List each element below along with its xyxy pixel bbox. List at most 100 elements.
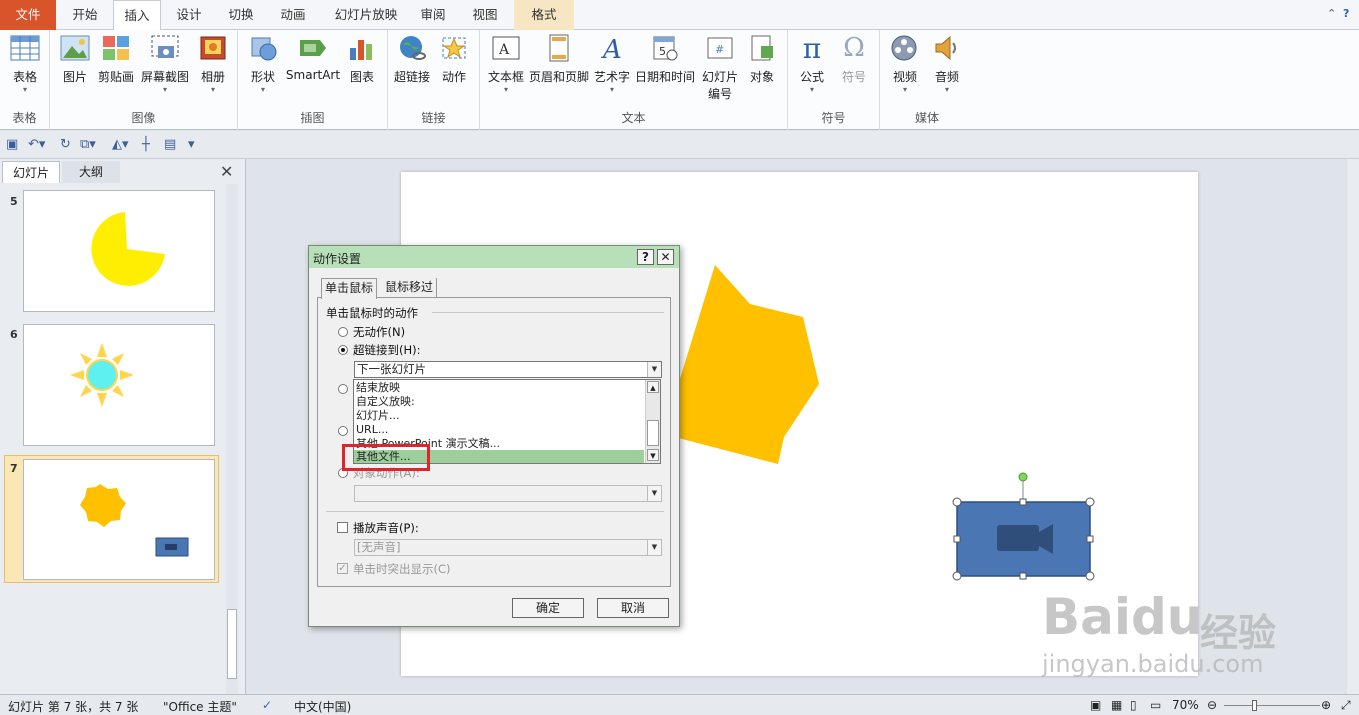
chart-icon [346, 32, 378, 64]
ribbon-tab-bar: 文件 开始 插入 设计 切换 动画 幻灯片放映 审阅 视图 格式 ⌃ ? [0, 0, 1359, 31]
album-button[interactable]: 相册 ▾ [196, 32, 230, 95]
tab-slides[interactable]: 幻灯片 [2, 161, 60, 183]
sorter-view-icon[interactable]: ▦ [1111, 698, 1122, 712]
panel-scrollbar[interactable] [226, 184, 238, 694]
video-button[interactable]: 视频 ▾ [886, 32, 924, 95]
undo-icon[interactable]: ↶▾ [28, 137, 45, 152]
slide-thumbnail-7[interactable] [23, 459, 215, 580]
hyperlink-select[interactable]: 下一张幻灯片 ▼ [354, 361, 662, 378]
tab-view[interactable]: 视图 [463, 0, 507, 30]
picture-button[interactable]: 图片 [58, 32, 92, 85]
distribute-icon[interactable]: ┼ [142, 137, 150, 152]
slideshow-view-icon[interactable]: ▭ [1150, 698, 1161, 712]
list-scrollbar[interactable]: ▲ ▼ [645, 380, 660, 463]
table-button[interactable]: 表格 ▾ [6, 32, 44, 95]
sun-shape [70, 343, 134, 407]
audio-button[interactable]: 音频 ▾ [928, 32, 966, 95]
customize-qat-icon[interactable]: ▾ [188, 137, 195, 152]
chevron-down-icon[interactable]: ▼ [647, 540, 661, 555]
list-item[interactable]: 自定义放映: [356, 395, 415, 409]
slide-number-7: 7 [10, 462, 18, 475]
tab-review[interactable]: 审阅 [413, 0, 453, 30]
clipart-button[interactable]: 剪贴画 [96, 32, 136, 85]
equation-button[interactable]: π 公式 ▾ [794, 32, 830, 95]
dialog-titlebar[interactable]: 动作设置 ? ✕ [309, 246, 679, 268]
normal-view-icon[interactable]: ▣ [1090, 698, 1101, 712]
checkbox-play-sound[interactable] [337, 522, 348, 533]
list-item[interactable]: 幻灯片... [356, 409, 400, 423]
save-icon[interactable]: ▣ [6, 137, 18, 152]
tab-format[interactable]: 格式 [514, 0, 574, 30]
radio-run-macro[interactable] [338, 426, 348, 436]
tab-design[interactable]: 设计 [165, 0, 213, 30]
object-action-select[interactable]: ▼ [354, 485, 662, 502]
help-icon[interactable]: ? [1343, 7, 1349, 20]
slide-thumbnail-5[interactable] [23, 190, 215, 312]
divider [326, 511, 664, 512]
tab-insert[interactable]: 插入 [113, 0, 161, 31]
datetime-button[interactable]: 5 日期和时间 [634, 32, 696, 85]
radio-hyperlink[interactable] [338, 345, 348, 355]
scroll-up-icon[interactable]: ▲ [647, 381, 659, 393]
fit-window-icon[interactable]: ⤢ [1341, 698, 1351, 713]
scroll-down-icon[interactable]: ▼ [647, 449, 659, 461]
chevron-down-icon[interactable]: ▼ [647, 486, 661, 501]
tab-file[interactable]: 文件 [0, 0, 56, 30]
list-item[interactable]: URL... [356, 423, 388, 437]
object-button[interactable]: 对象 [744, 32, 780, 85]
dialog-close-button[interactable]: ✕ [657, 249, 674, 265]
spellcheck-icon[interactable]: ✓ [262, 698, 272, 712]
tab-home[interactable]: 开始 [58, 0, 112, 30]
header-footer-button[interactable]: 页眉和页脚 [528, 32, 590, 85]
align-icon[interactable]: ◭▾ [112, 137, 129, 152]
screenshot-button[interactable]: 屏幕截图 ▾ [139, 32, 191, 95]
tab-mouse-over[interactable]: 鼠标移过 [382, 278, 438, 298]
tab-mouse-click[interactable]: 单击鼠标 [321, 278, 378, 299]
chevron-down-icon[interactable]: ▼ [647, 362, 661, 377]
group-label-symbol: 符号 [821, 111, 846, 125]
slide-number-button[interactable]: # 幻灯片 编号 [698, 32, 742, 102]
hyperlink-button[interactable]: 超链接 [392, 32, 432, 85]
action-button[interactable]: 动作 [436, 32, 472, 85]
language[interactable]: 中文(中国) [294, 698, 351, 715]
radio-run-program[interactable] [338, 384, 348, 394]
watermark-url: jingyan.baidu.com [1042, 650, 1264, 678]
tab-animations[interactable]: 动画 [269, 0, 317, 30]
wordart-button[interactable]: A 艺术字 ▾ [592, 32, 632, 95]
tab-transitions[interactable]: 切换 [216, 0, 266, 30]
list-item[interactable]: 结束放映 [356, 381, 400, 395]
tab-outline[interactable]: 大纲 [62, 161, 120, 183]
screenshot-icon [149, 32, 181, 64]
pi-icon: π [802, 31, 822, 65]
panel-scroll-thumb[interactable] [227, 609, 237, 679]
sound-select[interactable]: [无声音] ▼ [354, 539, 662, 556]
zoom-out-icon[interactable]: ⊖ [1207, 698, 1217, 712]
checkbox-highlight[interactable]: ✓ [337, 563, 348, 574]
theme-name[interactable]: "Office 主题" [163, 698, 237, 715]
dialog-help-button[interactable]: ? [637, 249, 654, 265]
zoom-in-icon[interactable]: ⊕ [1321, 698, 1331, 712]
shapes-button[interactable]: 形状 ▾ [246, 32, 280, 95]
zoom-slider[interactable] [1224, 705, 1320, 706]
arrange-icon[interactable]: ⧉▾ [80, 137, 96, 152]
minimize-ribbon-icon[interactable]: ⌃ [1327, 7, 1336, 20]
chart-button[interactable]: 图表 [344, 32, 380, 85]
canvas-scrollbar[interactable] [1347, 159, 1359, 694]
symbol-button[interactable]: Ω 符号 [836, 32, 872, 85]
zoom-level[interactable]: 70% [1172, 698, 1199, 712]
slide-thumbnail-6[interactable] [23, 324, 215, 446]
tab-slideshow[interactable]: 幻灯片放映 [321, 0, 411, 30]
smartart-button[interactable]: SmartArt [284, 32, 342, 82]
close-panel-icon[interactable]: ✕ [220, 162, 233, 181]
radio-no-action[interactable] [338, 327, 348, 337]
redo-icon[interactable]: ↻ [60, 137, 71, 152]
textbox-button[interactable]: A 文本框 ▾ [484, 32, 528, 95]
cancel-button[interactable]: 取消 [597, 598, 669, 618]
group-label-table: 表格 [12, 111, 37, 125]
ok-button[interactable]: 确定 [512, 598, 584, 618]
group-objects-icon[interactable]: ▤ [164, 137, 176, 152]
ribbon: 表格▾ 表格 图片 剪贴画 屏幕截图▾ 相册▾ 图像 形状▾ Smart [0, 30, 1359, 130]
zoom-slider-thumb[interactable] [1252, 700, 1257, 711]
reading-view-icon[interactable]: ▯ [1130, 698, 1137, 712]
list-scroll-thumb[interactable] [647, 420, 659, 446]
